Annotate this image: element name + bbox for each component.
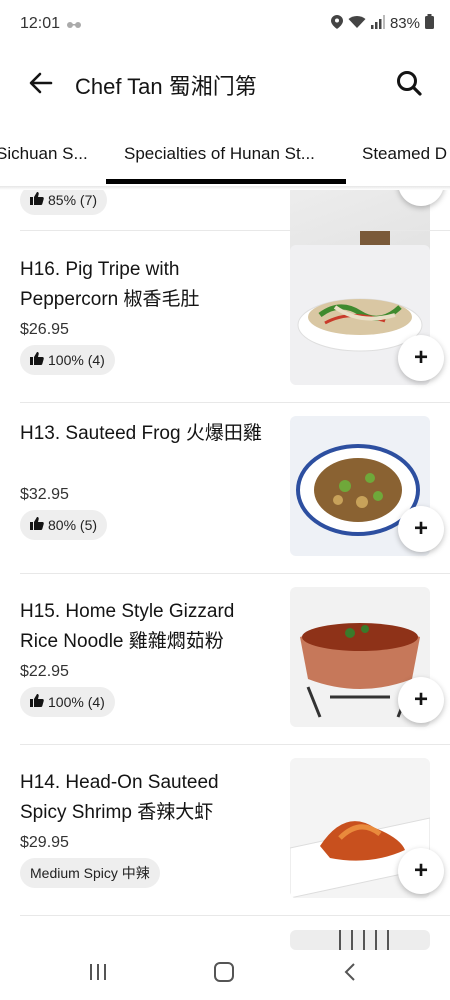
back-nav-icon[interactable] — [342, 962, 358, 987]
list-item[interactable]: H13. Sauteed Frog 火爆田雞 $32.95 80% (5) + — [0, 416, 450, 576]
rating-text: 80% (5) — [48, 517, 98, 533]
add-item-button[interactable]: + — [398, 848, 444, 894]
divider — [20, 402, 450, 403]
header: Chef Tan 蜀湘门第 — [0, 52, 450, 116]
menu-list: 85% (7) + H16. Pig Tripe with Peppercorn… — [0, 190, 450, 950]
thumbs-up-icon — [30, 192, 44, 208]
status-icons: 83% — [330, 14, 434, 33]
item-price: $22.95 — [20, 663, 69, 680]
list-item[interactable]: H14. Head-On Sauteed Spicy Shrimp 香辣大虾 $… — [0, 758, 450, 918]
thumbs-up-icon — [30, 517, 44, 533]
item-name: H13. Sauteed Frog 火爆田雞 — [20, 423, 262, 444]
item-name: H16. Pig Tripe with Peppercorn 椒香毛肚 — [20, 259, 200, 310]
rating-badge: 85% (7) — [20, 190, 108, 215]
divider — [20, 573, 450, 574]
rating-badge: 100% (4) — [20, 687, 115, 717]
rating-badge: 100% (4) — [20, 345, 115, 375]
active-tab-indicator — [106, 179, 346, 184]
wifi-icon — [348, 15, 366, 33]
item-price: $26.95 — [20, 321, 69, 338]
page-title: Chef Tan 蜀湘门第 — [75, 74, 257, 99]
tab-hunan-specialties[interactable]: Specialties of Hunan St... — [124, 144, 315, 164]
glasses-icon — [66, 17, 82, 35]
spice-text: Medium Spicy 中辣 — [30, 865, 150, 881]
battery-icon — [425, 14, 434, 33]
status-time: 12:01 — [20, 15, 61, 32]
battery-percent: 83% — [389, 15, 420, 32]
add-item-button[interactable]: + — [398, 335, 444, 381]
item-price: $32.95 — [20, 486, 69, 503]
home-icon[interactable] — [213, 962, 235, 987]
rating-text: 100% (4) — [48, 352, 105, 368]
divider — [20, 915, 450, 916]
rating-text: 85% (7) — [48, 192, 98, 208]
search-icon[interactable] — [394, 68, 424, 98]
back-arrow-icon[interactable] — [26, 68, 56, 98]
divider — [20, 230, 450, 231]
category-tabs: Sichuan S... Specialties of Hunan St... … — [0, 134, 450, 186]
item-name: H15. Home Style Gizzard Rice Noodle 雞雜燜茹… — [20, 601, 235, 652]
divider — [20, 744, 450, 745]
add-item-button[interactable]: + — [398, 506, 444, 552]
recent-apps-icon[interactable] — [88, 962, 108, 987]
list-item[interactable]: 85% (7) + — [0, 190, 450, 260]
list-item[interactable]: H15. Home Style Gizzard Rice Noodle 雞雜燜茹… — [0, 587, 450, 747]
add-item-button[interactable]: + — [398, 677, 444, 723]
rating-text: 100% (4) — [48, 694, 105, 710]
list-item[interactable] — [0, 930, 450, 950]
thumbs-up-icon — [30, 694, 44, 710]
item-price: $29.95 — [20, 834, 69, 851]
thumbs-up-icon — [30, 352, 44, 368]
status-bar: 12:01 83% — [0, 0, 450, 50]
item-name: H14. Head-On Sauteed Spicy Shrimp 香辣大虾 — [20, 772, 219, 823]
list-item[interactable]: H16. Pig Tripe with Peppercorn 椒香毛肚 $26.… — [0, 245, 450, 405]
signal-icon — [370, 14, 385, 33]
spice-badge: Medium Spicy 中辣 — [20, 858, 160, 888]
dish-image — [290, 930, 430, 950]
tab-steamed[interactable]: Steamed D — [362, 144, 447, 164]
location-icon — [330, 14, 343, 33]
rating-badge: 80% (5) — [20, 510, 108, 540]
tab-sichuan[interactable]: Sichuan S... — [0, 144, 88, 164]
system-nav-bar — [0, 950, 450, 1000]
